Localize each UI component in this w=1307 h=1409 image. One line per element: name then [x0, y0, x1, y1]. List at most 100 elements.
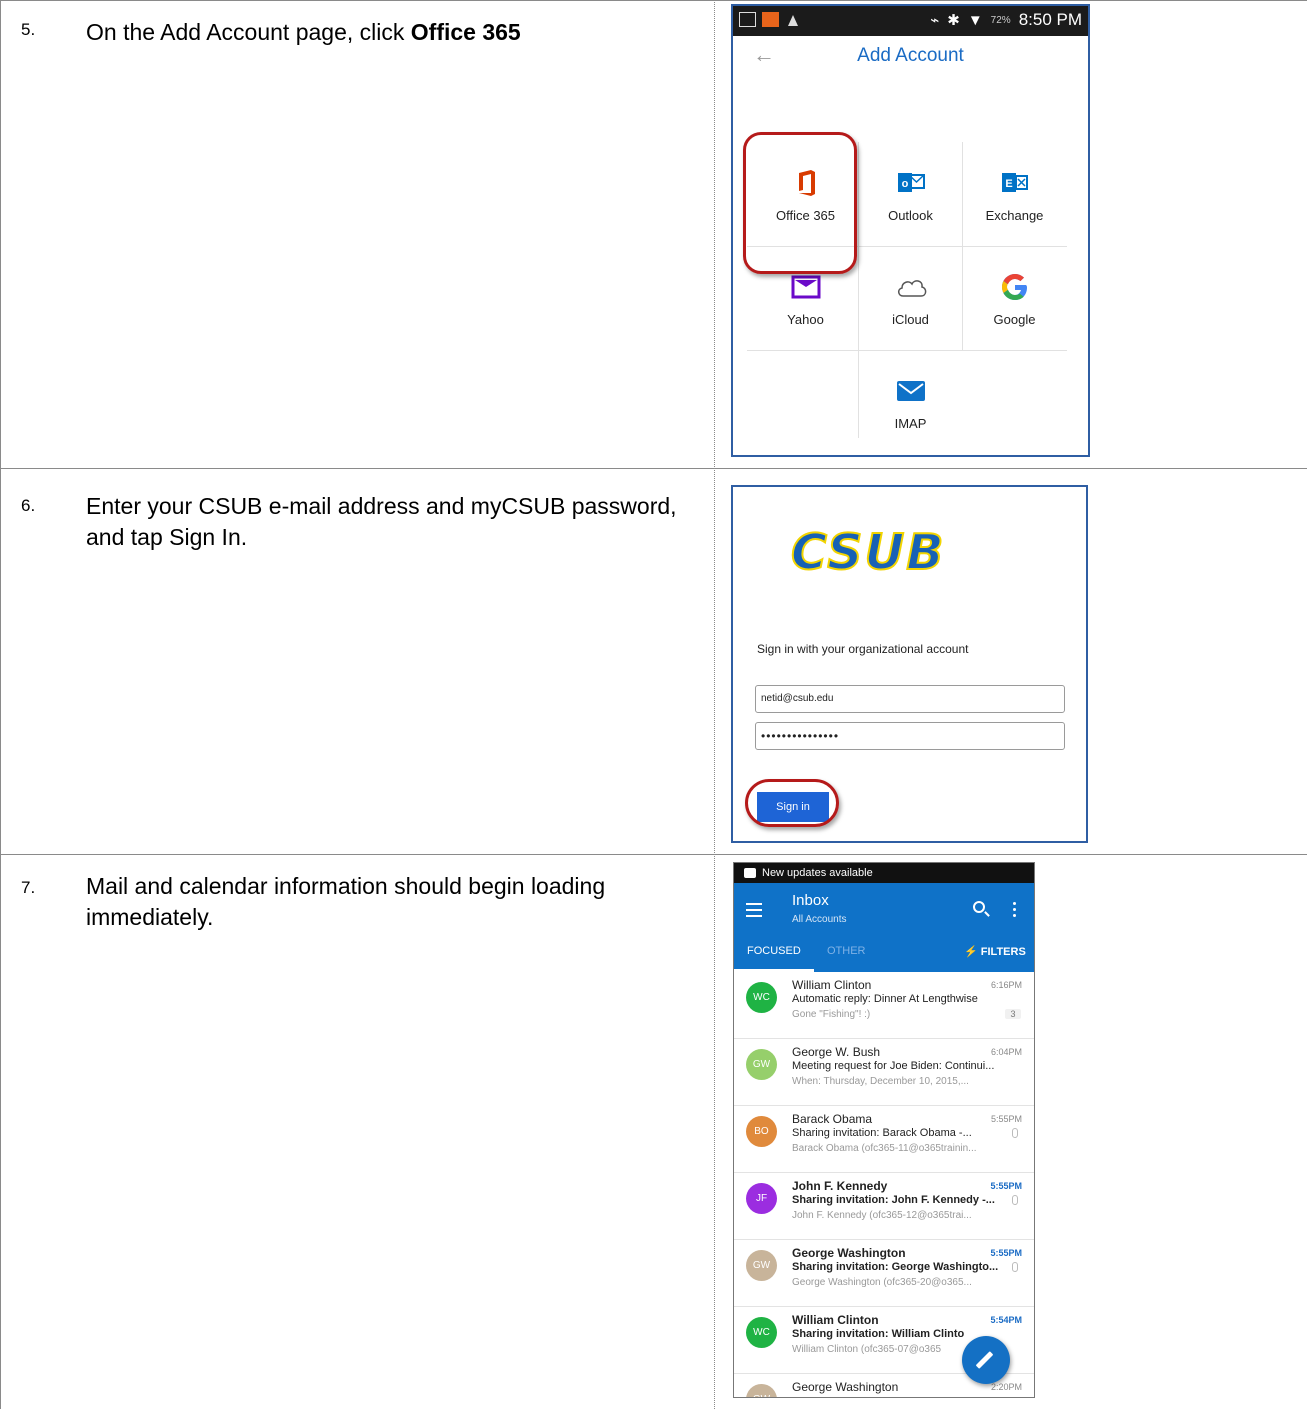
inbox-appbar: Inbox All Accounts FOCUSED OTHER ⚡ FILTE… — [734, 883, 1034, 972]
step-text-plain: On the Add Account page, click — [86, 19, 411, 45]
message-sender: Barack Obama — [792, 1112, 873, 1126]
account-imap[interactable]: IMAP — [858, 350, 963, 454]
add-account-screenshot: ⌁ ✱ ▼ 72% 8:50 PM ← Add Account Office 3… — [731, 4, 1090, 457]
inbox-screenshot: New updates available Inbox All Accounts… — [733, 862, 1035, 1398]
account-label: iCloud — [892, 312, 929, 327]
gallery-notification-icon — [739, 12, 756, 27]
logo-text: CSUB — [790, 524, 946, 581]
avatar: GW — [746, 1250, 777, 1281]
menu-icon[interactable] — [746, 903, 762, 921]
thread-count-badge: 3 — [1005, 1009, 1021, 1019]
message-preview: George Washington (ofc365-20@o365... — [792, 1277, 972, 1288]
status-bar: ⌁ ✱ ▼ 72% 8:50 PM — [733, 6, 1088, 36]
message-subject: Sharing invitation: Barack Obama -... — [792, 1127, 972, 1139]
inbox-subtitle: All Accounts — [792, 914, 847, 925]
tab-focused[interactable]: FOCUSED — [747, 945, 801, 957]
message-subject: Sharing invitation: John F. Kennedy -... — [792, 1194, 995, 1206]
email-field[interactable]: netid@csub.edu — [755, 685, 1065, 713]
step-row-7: 7. Mail and calendar information should … — [0, 855, 1307, 1409]
highlight-circle — [743, 132, 857, 274]
step-row-5: 5. On the Add Account page, click Office… — [0, 0, 1307, 469]
message-row[interactable]: GW George Washington 5:55PM Sharing invitat… — [734, 1240, 1034, 1307]
message-time: 5:54PM — [990, 1315, 1022, 1325]
message-row[interactable]: WC William Clinton 6:16PM Automatic reply: … — [734, 972, 1034, 1039]
bluetooth-icon: ✱ — [947, 12, 960, 29]
avatar: GW — [746, 1384, 777, 1397]
tab-other[interactable]: OTHER — [827, 945, 866, 957]
step-text: On the Add Account page, click Office 36… — [86, 17, 696, 48]
attachment-icon — [1012, 1262, 1018, 1272]
app-notification-icon — [762, 12, 779, 27]
message-row[interactable]: BO Barack Obama 5:55PM Sharing invitation: … — [734, 1106, 1034, 1173]
message-preview: Gone "Fishing"! :) — [792, 1009, 871, 1020]
account-outlook[interactable]: o Outlook — [858, 142, 963, 246]
avatar: WC — [746, 982, 777, 1013]
account-exchange[interactable]: E Exchange — [962, 142, 1067, 246]
message-sender: George Washington — [792, 1380, 899, 1394]
exchange-icon: E — [1000, 168, 1030, 198]
android-notification-icon — [785, 12, 802, 27]
message-subject: Meeting request for Joe Biden: Continui.… — [792, 1060, 995, 1072]
status-time: 8:50 PM — [1018, 10, 1082, 29]
avatar: WC — [746, 1317, 777, 1348]
message-row[interactable]: JF John F. Kennedy 5:55PM Sharing invitatio… — [734, 1173, 1034, 1240]
message-subject: Sharing invitation: George Washingto... — [792, 1261, 999, 1273]
step-number: 5. — [21, 20, 36, 39]
message-subject: Automatic reply: Dinner At Lengthwise — [792, 993, 978, 1005]
message-sender: John F. Kennedy — [792, 1179, 888, 1193]
message-preview: John F. Kennedy (ofc365-12@o365trai... — [792, 1210, 972, 1221]
attachment-icon — [1012, 1128, 1018, 1138]
account-google[interactable]: Google — [962, 246, 1067, 350]
avatar: JF — [746, 1183, 777, 1214]
csub-logo: CSUB — [790, 524, 983, 581]
message-subject: Sharing invitation: William Clinto — [792, 1328, 965, 1340]
status-left-icons — [739, 12, 802, 27]
step-number: 6. — [21, 496, 36, 515]
avatar: BO — [746, 1116, 777, 1147]
account-icloud[interactable]: iCloud — [858, 246, 963, 350]
message-preview: William Clinton (ofc365-07@o365 — [792, 1344, 942, 1355]
wifi-icon: ▼ — [967, 11, 983, 29]
step-text: Enter your CSUB e-mail address and myCSU… — [86, 493, 677, 550]
mail-icon — [896, 376, 926, 406]
status-right: ⌁ ✱ ▼ 72% 8:50 PM — [930, 10, 1082, 30]
message-time: 6:04PM — [990, 1047, 1022, 1057]
filters-label: FILTERS — [980, 946, 1026, 958]
lightning-icon: ⚡ — [964, 946, 978, 958]
message-preview: Barack Obama (ofc365-11@o365trainin... — [792, 1143, 977, 1154]
message-time: 2:20PM — [990, 1382, 1022, 1392]
inbox-title: Inbox — [792, 892, 829, 909]
message-time: 5:55PM — [990, 1248, 1022, 1258]
add-account-header: ← Add Account — [733, 36, 1088, 76]
message-sender: William Clinton — [792, 978, 872, 992]
password-field[interactable]: ••••••••••••••• — [755, 722, 1065, 750]
highlight-circle — [745, 779, 839, 827]
outlook-icon: o — [896, 168, 926, 198]
update-icon — [744, 868, 756, 878]
message-preview: When: Thursday, December 10, 2015,... — [792, 1076, 969, 1087]
account-label: IMAP — [894, 416, 927, 431]
more-vert-icon[interactable] — [1013, 902, 1016, 920]
message-time: 5:55PM — [990, 1114, 1022, 1124]
account-label: Google — [993, 312, 1036, 327]
yahoo-mail-icon — [791, 272, 821, 302]
filters-button[interactable]: ⚡ FILTERS — [964, 945, 1026, 958]
svg-text:o: o — [901, 178, 908, 190]
message-row[interactable]: GW George W. Bush 6:04PM Meeting request fo… — [734, 1039, 1034, 1106]
instruction-table: 5. On the Add Account page, click Office… — [0, 0, 1307, 1409]
search-icon[interactable] — [973, 901, 985, 913]
signin-screenshot: CSUB Sign in with your organizational ac… — [731, 485, 1088, 843]
compose-button[interactable] — [962, 1336, 1010, 1384]
step-row-6: 6. Enter your CSUB e-mail address and my… — [0, 469, 1307, 855]
message-time: 5:55PM — [990, 1181, 1022, 1191]
message-time: 6:16PM — [990, 980, 1022, 990]
account-label: Yahoo — [787, 312, 824, 327]
notification-bar: New updates available — [734, 863, 1034, 883]
message-sender: George Washington — [792, 1246, 906, 1260]
cloud-icon — [896, 272, 926, 302]
page-title: Add Account — [857, 45, 964, 66]
vibrate-icon: ⌁ — [930, 12, 940, 29]
step-text-bold: Office 365 — [410, 19, 521, 45]
account-label: Exchange — [985, 208, 1044, 223]
attachment-icon — [1012, 1195, 1018, 1205]
